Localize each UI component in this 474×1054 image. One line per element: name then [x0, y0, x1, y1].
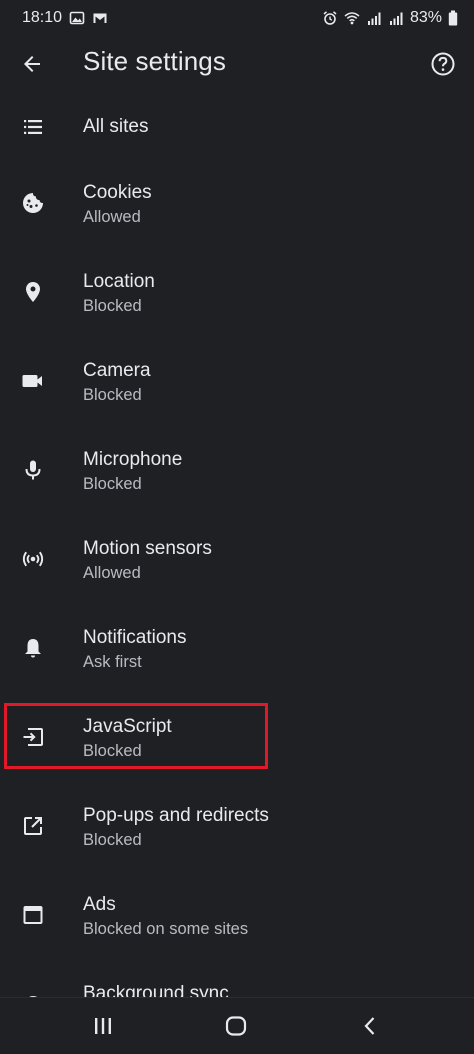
motion-sensors-icon: [20, 546, 46, 572]
item-subtitle: Allowed: [83, 564, 141, 582]
item-cookies[interactable]: Cookies Allowed: [0, 164, 474, 253]
home-button[interactable]: [220, 1012, 252, 1040]
item-microphone[interactable]: Microphone Blocked: [0, 431, 474, 520]
page-title: Site settings: [83, 46, 226, 76]
item-subtitle: Blocked: [83, 297, 142, 315]
item-motion-sensors[interactable]: Motion sensors Allowed: [0, 520, 474, 609]
item-title: Pop-ups and redirects: [83, 805, 269, 826]
camera-icon: [20, 368, 46, 394]
cookie-icon: [20, 190, 46, 216]
highlight-box: [4, 703, 268, 769]
item-all-sites[interactable]: All sites: [0, 92, 474, 164]
item-title: Notifications: [83, 627, 187, 648]
help-icon: [431, 52, 455, 76]
item-subtitle: Allowed: [83, 208, 141, 226]
home-icon: [225, 1016, 247, 1036]
chevron-left-icon: [364, 1017, 375, 1035]
item-title: Location: [83, 271, 155, 292]
item-subtitle: Blocked on some sites: [83, 920, 249, 938]
popup-icon: [20, 813, 46, 839]
item-title: Cookies: [83, 182, 152, 203]
item-subtitle: Blocked: [83, 831, 142, 849]
item-title: Motion sensors: [83, 538, 212, 559]
item-title: Microphone: [83, 449, 183, 470]
item-title: Background sync: [83, 983, 229, 997]
signal-icon-2: [388, 10, 404, 26]
item-ads[interactable]: Ads Blocked on some sites: [0, 876, 474, 965]
item-popups-redirects[interactable]: Pop-ups and redirects Blocked: [0, 787, 474, 876]
item-camera[interactable]: Camera Blocked: [0, 342, 474, 431]
item-title: All sites: [83, 116, 149, 137]
alarm-icon: [322, 10, 338, 26]
item-background-sync[interactable]: Background sync: [0, 965, 474, 997]
status-time: 18:10: [22, 9, 63, 26]
signal-icon-1: [366, 10, 382, 26]
status-left: 18:10: [22, 9, 108, 27]
app-bar: Site settings: [0, 36, 474, 92]
ads-icon: [20, 902, 46, 928]
arrow-back-icon: [24, 56, 40, 72]
item-location[interactable]: Location Blocked: [0, 253, 474, 342]
recent-apps-button[interactable]: [87, 1012, 119, 1040]
item-subtitle: Blocked: [83, 475, 142, 493]
wifi-icon: [344, 10, 360, 26]
battery-percentage: 83%: [409, 9, 442, 26]
settings-list: All sites Cookies Allowed Location Block…: [0, 92, 474, 997]
navigation-bar: [0, 997, 474, 1054]
status-bar: 18:10 83%: [0, 0, 474, 36]
item-title: Camera: [83, 360, 151, 381]
item-subtitle: Blocked: [83, 386, 142, 404]
back-button[interactable]: [18, 50, 46, 78]
item-title: Ads: [83, 894, 116, 915]
bell-icon: [20, 635, 46, 661]
help-button[interactable]: [428, 49, 458, 79]
gmail-notification-icon: [92, 10, 108, 26]
battery-icon: [448, 10, 458, 26]
gallery-notification-icon: [69, 10, 85, 26]
back-nav-button[interactable]: [354, 1012, 386, 1040]
microphone-icon: [20, 457, 46, 483]
item-notifications[interactable]: Notifications Ask first: [0, 609, 474, 698]
location-icon: [20, 279, 46, 305]
list-icon: [20, 114, 46, 140]
status-right: 83%: [322, 9, 458, 27]
item-subtitle: Ask first: [83, 653, 142, 671]
recent-apps-icon: [95, 1018, 111, 1034]
